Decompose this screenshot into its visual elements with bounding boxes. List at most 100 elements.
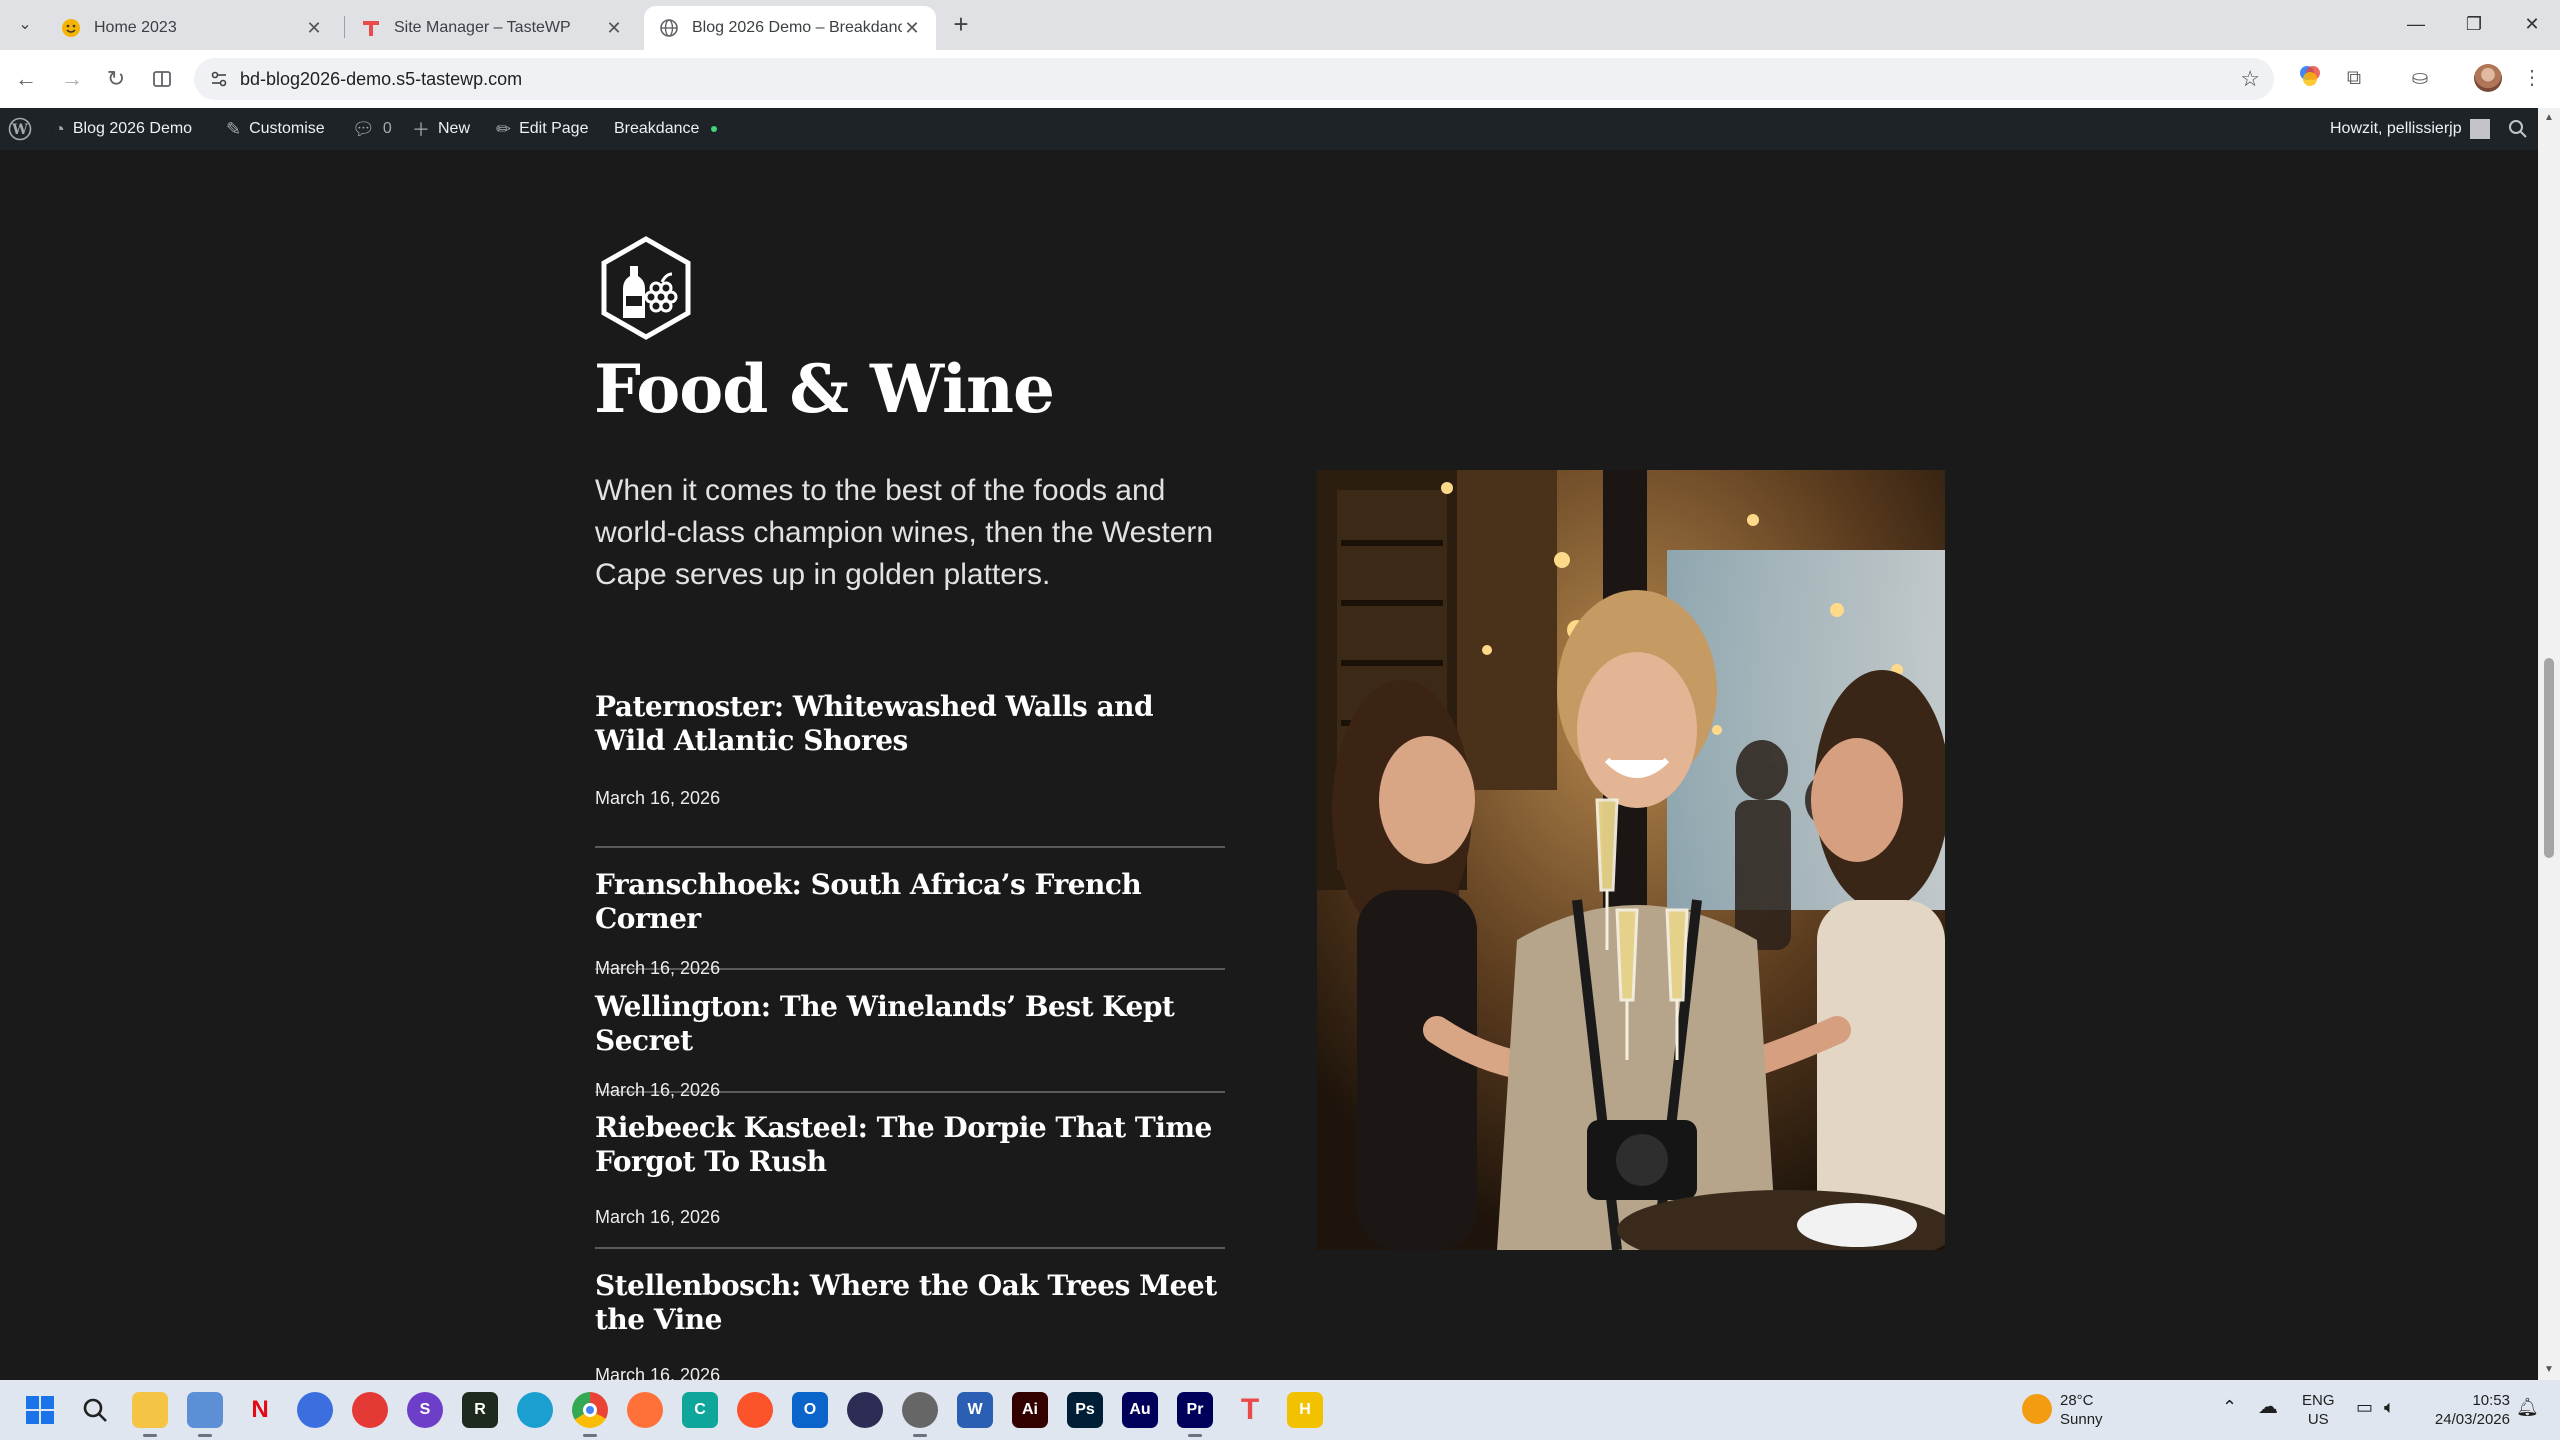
site-name-label: Blog 2026 Demo [72, 120, 193, 137]
wp-edit-page[interactable]: ✏︎ Edit Page [496, 108, 588, 150]
network-icon[interactable]: ▭ [2356, 1398, 2373, 1417]
customise-label: Customise [249, 120, 325, 137]
tab-title: Home 2023 [94, 19, 177, 36]
app-purple-s-icon[interactable]: S [407, 1392, 443, 1428]
weather-desc: Sunny [2060, 1411, 2103, 1428]
app-dark-icon[interactable]: R [462, 1392, 498, 1428]
post-date: March 16, 2026 [595, 1207, 721, 1227]
post-item-paternoster: Paternoster: Whitewashed Walls and Wild … [595, 688, 1225, 848]
post-title-link[interactable]: Riebeeck Kasteel: The Dorpie That Time F… [595, 1111, 1225, 1179]
page-content: Food & Wine When it comes to the best of… [0, 150, 2538, 1380]
featured-photo [1317, 470, 1945, 1250]
outlook-icon[interactable]: O [792, 1392, 828, 1428]
app-blue-circle-icon[interactable] [297, 1392, 333, 1428]
tab-close-icon[interactable]: ✕ [304, 18, 324, 39]
site-info-icon[interactable] [208, 68, 230, 90]
minimize-window-icon[interactable]: — [2386, 6, 2446, 42]
language-indicator[interactable]: ENG US [2302, 1391, 2335, 1429]
wp-breakdance[interactable]: Breakdance [614, 108, 718, 150]
status-dot [711, 126, 718, 132]
wp-site-name[interactable]: ◔ Blog 2026 Demo [54, 108, 192, 150]
post-title-link[interactable]: Franschhoek: South Africa’s French Corne… [595, 868, 1225, 936]
user-avatar-icon [2469, 119, 2490, 139]
colorful-extension-icon[interactable] [2296, 64, 2324, 92]
running-indicator [198, 1434, 212, 1437]
clock-time: 10:53 [2472, 1392, 2510, 1409]
tab-search-chevron-icon[interactable]: ⌄ [12, 12, 38, 38]
post-date: March 16, 2026 [595, 788, 721, 808]
food-wine-logo-icon [594, 236, 698, 340]
brave-icon[interactable] [737, 1392, 773, 1428]
file-explorer-icon[interactable] [132, 1392, 168, 1428]
plus-icon: ＋ [412, 120, 430, 140]
netflix-icon[interactable]: N [242, 1392, 278, 1428]
app-red-circle-icon[interactable] [352, 1392, 388, 1428]
app-yellow-h-icon[interactable]: H [1287, 1392, 1323, 1428]
volume-speaker-icon[interactable]: 🔈︎ [2384, 1398, 2395, 1417]
audition-icon[interactable]: Au [1122, 1392, 1158, 1428]
post-item-franschhoek: Franschhoek: South Africa’s French Corne… [595, 848, 1225, 978]
tab-blog-2026-demo[interactable]: Blog 2026 Demo – Breakdance ✕ [644, 6, 936, 50]
tastewp-icon[interactable]: T [1232, 1392, 1268, 1428]
onedrive-cloud-icon[interactable]: ☁ [2258, 1397, 2278, 1417]
chrome-icon[interactable] [572, 1392, 608, 1428]
post-item-stellenbosch: Stellenbosch: Where the Oak Trees Meet t… [595, 1249, 1225, 1380]
tab-title: Site Manager – TasteWP [394, 19, 571, 36]
firefox-icon[interactable] [627, 1392, 663, 1428]
word-icon[interactable]: W [957, 1392, 993, 1428]
wp-search-icon[interactable] [2508, 108, 2528, 150]
scroll-up-arrow-icon[interactable]: ▲ [2542, 112, 2556, 123]
windows-start-icon[interactable] [22, 1392, 58, 1428]
post-title-link[interactable]: Stellenbosch: Where the Oak Trees Meet t… [595, 1269, 1225, 1337]
premiere-icon[interactable]: Pr [1177, 1392, 1213, 1428]
tab-close-icon[interactable]: ✕ [604, 18, 624, 39]
post-date: March 16, 2026 [595, 1365, 721, 1380]
wordpress-logo-icon[interactable]: W [8, 108, 32, 150]
browser-tab-strip: ⌄ Home 2023 ✕ Site Manager – TasteWP ✕ B… [0, 0, 2560, 50]
reload-icon[interactable]: ↻ [100, 63, 132, 95]
tab-site-manager[interactable]: Site Manager – TasteWP ✕ [346, 6, 638, 50]
url-text: bd-blog2026-demo.s5-tastewp.com [240, 69, 523, 89]
scroll-down-arrow-icon[interactable]: ▼ [2542, 1364, 2556, 1375]
bookmark-star-icon[interactable]: ☆ [2240, 66, 2260, 92]
wp-new[interactable]: ＋ New [412, 108, 470, 150]
split-view-icon[interactable] [146, 63, 178, 95]
app-teal-c-icon[interactable]: C [682, 1392, 718, 1428]
weather-widget[interactable]: 28°C Sunny [2060, 1391, 2103, 1429]
illustrator-icon[interactable]: Ai [1012, 1392, 1048, 1428]
close-window-icon[interactable]: ✕ [2502, 6, 2560, 42]
photoshop-icon[interactable]: Ps [1067, 1392, 1103, 1428]
back-arrow-icon[interactable]: ← [10, 63, 42, 95]
more-menu-icon[interactable]: ⋮ [2518, 64, 2546, 92]
notification-bell-icon[interactable]: 🔔︎ [2516, 1398, 2539, 1417]
svg-text:W: W [11, 122, 28, 138]
page-scrollbar[interactable]: ▲ ▼ [2538, 108, 2560, 1380]
weather-sun-icon[interactable] [2022, 1394, 2052, 1424]
scrollbar-thumb[interactable] [2544, 658, 2554, 858]
paintbrush-icon: ✎ [226, 118, 242, 139]
post-title-link[interactable]: Paternoster: Whitewashed Walls and Wild … [595, 690, 1225, 758]
new-tab-plus-icon[interactable]: + [948, 11, 974, 38]
show-hidden-icons-chevron-icon[interactable]: ⌃ [2222, 1398, 2237, 1417]
language-code: ENG [2302, 1392, 2335, 1409]
app-dark-circle-icon[interactable] [847, 1392, 883, 1428]
incognito-icon[interactable]: ⛀ [2406, 64, 2434, 92]
profile-avatar[interactable] [2474, 64, 2502, 92]
address-bar[interactable]: bd-blog2026-demo.s5-tastewp.com ☆ [194, 58, 2274, 100]
wp-customise[interactable]: ✎ Customise [226, 108, 325, 150]
wp-my-account[interactable]: Howzit, pellissierjp [2330, 108, 2490, 150]
intro-paragraph: When it comes to the best of the foods a… [595, 474, 1214, 591]
search-icon[interactable] [77, 1392, 113, 1428]
notepad-icon[interactable] [187, 1392, 223, 1428]
restore-window-icon[interactable]: ❐ [2444, 6, 2504, 42]
forward-arrow-icon[interactable]: → [56, 63, 88, 95]
clock[interactable]: 10:53 24/03/2026 [2424, 1391, 2510, 1429]
tab-home-2023[interactable]: Home 2023 ✕ [46, 6, 338, 50]
tab-close-icon[interactable]: ✕ [902, 18, 922, 39]
greeting-label: Howzit, pellissierjp [2330, 120, 2462, 137]
edge-icon[interactable] [517, 1392, 553, 1428]
app-cat-icon[interactable] [902, 1392, 938, 1428]
wp-comments[interactable]: 💬︎ 0 [352, 108, 392, 150]
post-title-link[interactable]: Wellington: The Winelands’ Best Kept Sec… [595, 990, 1225, 1058]
extensions-puzzle-icon[interactable]: ⧉ [2340, 64, 2368, 92]
